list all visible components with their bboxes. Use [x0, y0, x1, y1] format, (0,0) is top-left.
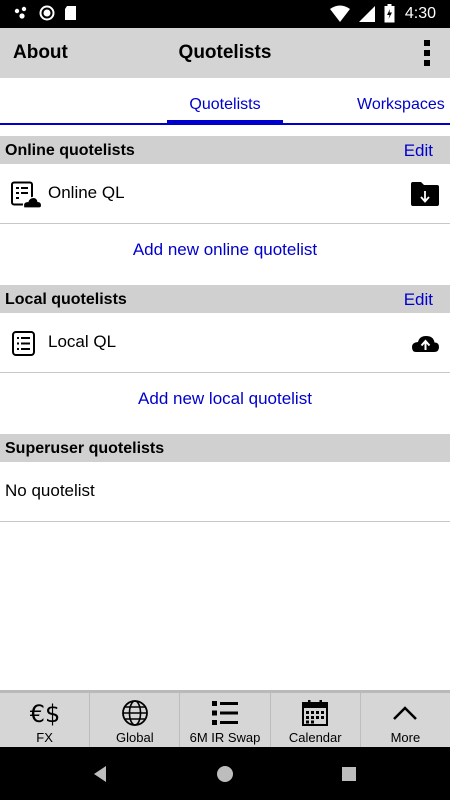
add-local-quotelist-link[interactable]: Add new local quotelist [0, 389, 450, 409]
tab-quotelists[interactable]: Quotelists [167, 96, 283, 114]
nav-label: Global [116, 730, 154, 745]
add-local-row: Add new local quotelist [0, 373, 450, 433]
bottom-nav: €$ FX Global 6M IR Swap Calendar More [0, 690, 450, 747]
section-title-online: Online quotelists [5, 142, 135, 159]
euro-dollar-icon: €$ [30, 700, 60, 727]
nav-label: More [390, 730, 421, 745]
nav-item-more[interactable]: More [361, 693, 450, 747]
wifi-icon [329, 5, 350, 22]
nav-item-fx[interactable]: €$ FX [0, 693, 91, 747]
status-time: 4:30 [404, 4, 436, 22]
edit-online-button[interactable]: Edit [404, 141, 433, 161]
nav-item-global[interactable]: Global [90, 693, 181, 747]
system-nav-bar [0, 747, 450, 800]
list-item-local-ql[interactable]: Local QL [0, 313, 450, 373]
page-title: Quotelists [178, 42, 272, 63]
app-bar: About Quotelists [0, 28, 450, 78]
edit-local-button[interactable]: Edit [404, 290, 433, 310]
tab-workspaces[interactable]: Workspaces [357, 96, 445, 114]
status-right-icons: 4:30 [329, 4, 436, 23]
about-button[interactable]: About [13, 42, 68, 64]
nav-item-6m-ir-swap[interactable]: 6M IR Swap [180, 693, 271, 747]
section-header-local: Local quotelists Edit [0, 285, 450, 313]
add-online-row: Add new online quotelist [0, 224, 450, 284]
home-icon[interactable] [214, 763, 236, 785]
status-left-icons [14, 5, 78, 21]
globe-icon [121, 700, 148, 726]
svg-text:€$: €$ [30, 700, 60, 727]
list-bullets-icon [212, 701, 238, 725]
chevron-up-icon [393, 706, 418, 720]
tab-bar: Quotelists Workspaces [0, 78, 450, 125]
overflow-menu-icon[interactable] [422, 38, 432, 68]
section-header-superuser: Superuser quotelists [0, 434, 450, 462]
battery-charging-icon [384, 4, 395, 23]
section-title-superuser: Superuser quotelists [5, 440, 165, 457]
list-icon [12, 331, 35, 356]
empty-superuser-row: No quotelist [0, 462, 450, 522]
recents-icon[interactable] [338, 763, 360, 785]
list-item-online-ql[interactable]: Online QL [0, 164, 450, 224]
folder-download-icon[interactable] [410, 181, 440, 207]
notification-dots-icon [14, 6, 27, 19]
list-item-label: Local QL [48, 332, 117, 351]
active-tab-indicator [167, 120, 283, 124]
nav-label: 6M IR Swap [189, 730, 261, 745]
section-title-local: Local quotelists [5, 291, 127, 308]
nav-label: FX [36, 730, 53, 745]
list-item-label: Online QL [48, 183, 125, 202]
sd-card-icon [65, 6, 76, 20]
nav-label: Calendar [288, 730, 342, 745]
signal-icon [358, 5, 375, 22]
cloud-list-icon [11, 181, 42, 209]
circle-icon [39, 5, 55, 21]
section-header-online: Online quotelists Edit [0, 136, 450, 164]
calendar-icon [302, 700, 329, 726]
cloud-upload-icon[interactable] [410, 330, 440, 356]
nav-item-calendar[interactable]: Calendar [271, 693, 361, 747]
status-bar: 4:30 [0, 0, 450, 28]
back-icon[interactable] [89, 763, 111, 785]
add-online-quotelist-link[interactable]: Add new online quotelist [0, 240, 450, 260]
empty-state-label: No quotelist [5, 481, 95, 500]
